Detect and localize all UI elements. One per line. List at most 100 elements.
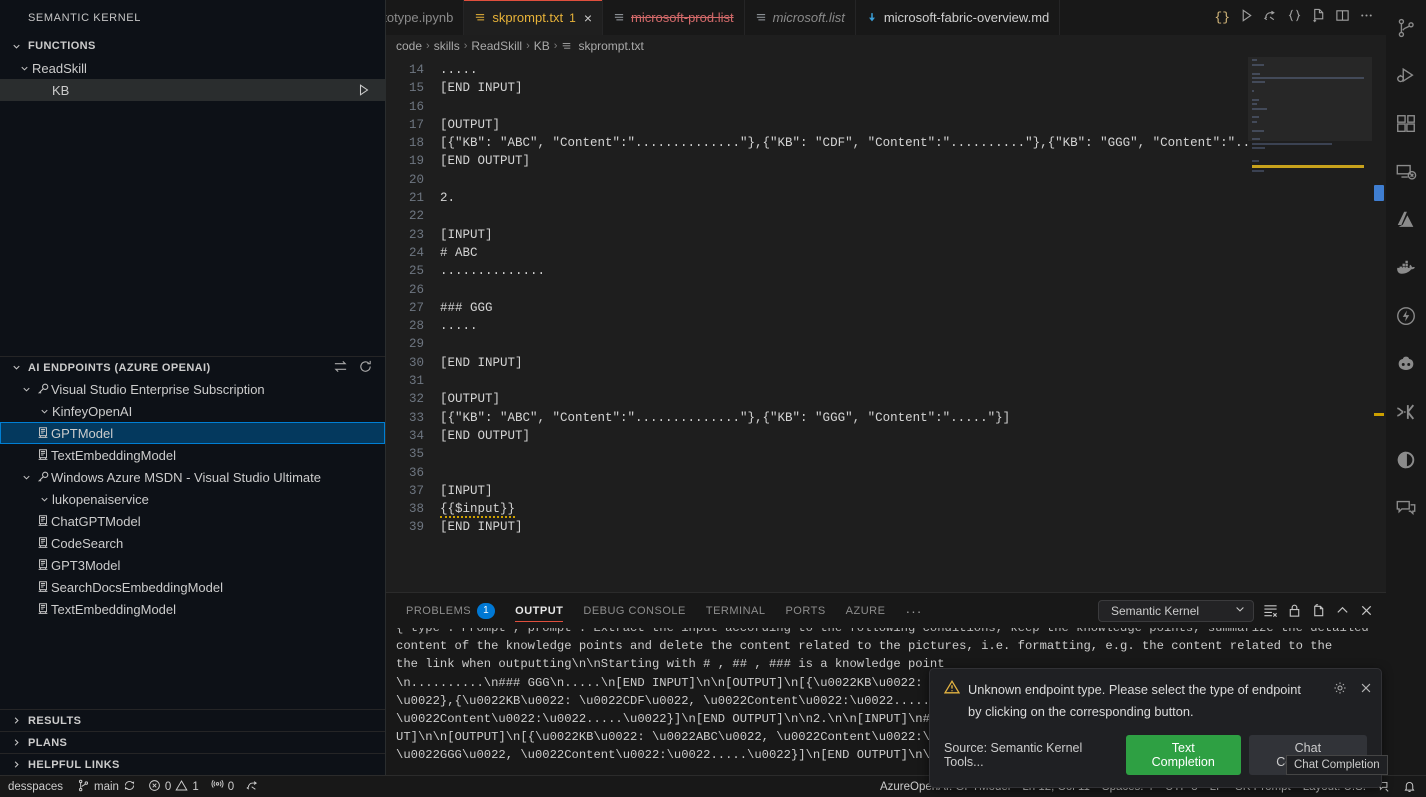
- tree-item-codesearch[interactable]: CodeSearch: [0, 532, 385, 554]
- section-header-plans[interactable]: PLANS: [0, 731, 385, 753]
- code-line[interactable]: [END OUTPUT]: [440, 427, 1386, 445]
- new-file-icon[interactable]: [1311, 8, 1326, 28]
- refresh-icon[interactable]: [358, 359, 373, 377]
- panel-tab-terminal[interactable]: TERMINAL: [696, 593, 776, 628]
- status-remote-indicator[interactable]: desspaces: [0, 775, 71, 797]
- split-editor-icon[interactable]: [1335, 8, 1350, 28]
- close-panel-icon[interactable]: [1359, 603, 1374, 618]
- tree-item-textembeddingmodel-2[interactable]: TextEmbeddingModel: [0, 598, 385, 620]
- tab-microsoft-prod-list[interactable]: microsoft-prod.list: [603, 0, 745, 35]
- code-line[interactable]: [440, 171, 1386, 189]
- pie-chart-icon[interactable]: [1386, 440, 1426, 480]
- section-header-functions[interactable]: FUNCTIONS: [0, 35, 385, 57]
- source-control-icon[interactable]: [1386, 8, 1426, 48]
- code-content[interactable]: ..... [END INPUT] [OUTPUT] [{"KB": "ABC", "…: [438, 57, 1386, 592]
- tree-item-chatgptmodel[interactable]: ChatGPTModel: [0, 510, 385, 532]
- status-problems[interactable]: 0 1: [142, 776, 205, 797]
- azure-functions-icon[interactable]: [1386, 296, 1426, 336]
- semantic-kernel-icon[interactable]: [1386, 392, 1426, 432]
- code-line[interactable]: # ABC: [440, 244, 1386, 262]
- close-icon[interactable]: [1359, 681, 1373, 700]
- run-icon[interactable]: [357, 79, 371, 101]
- chevron-up-icon[interactable]: [1335, 603, 1350, 618]
- tree-item-lukopenaiservice[interactable]: lukopenaiservice: [0, 488, 385, 510]
- switch-icon[interactable]: [333, 359, 348, 377]
- panel-tab-ports[interactable]: PORTS: [775, 593, 835, 628]
- tree-item-readskill[interactable]: ReadSkill: [0, 57, 385, 79]
- code-line[interactable]: [440, 372, 1386, 390]
- open-in-editor-icon[interactable]: [1311, 603, 1326, 618]
- code-line[interactable]: [440, 281, 1386, 299]
- breadcrumb-item-readskill[interactable]: ReadSkill: [471, 39, 522, 53]
- panel-tab-debug-console[interactable]: DEBUG CONSOLE: [573, 593, 695, 628]
- tree-item-kb[interactable]: KB: [0, 79, 385, 101]
- code-line[interactable]: [440, 445, 1386, 463]
- lock-icon[interactable]: [1287, 603, 1302, 618]
- scrollbar-thumb[interactable]: [1374, 185, 1384, 201]
- code-line[interactable]: [440, 98, 1386, 116]
- tree-item-textembeddingmodel-1[interactable]: TextEmbeddingModel: [0, 444, 385, 466]
- run-icon[interactable]: [1239, 8, 1254, 28]
- json-braces-icon[interactable]: {}: [1214, 10, 1230, 25]
- code-line[interactable]: 2.: [440, 189, 1386, 207]
- clear-output-icon[interactable]: [1263, 603, 1278, 618]
- tab-microsoft-fabric-overview-md[interactable]: microsoft-fabric-overview.md: [855, 0, 1061, 35]
- code-line[interactable]: [INPUT]: [440, 482, 1386, 500]
- extensions-icon[interactable]: [1386, 104, 1426, 144]
- breadcrumb-item-kb[interactable]: KB: [534, 39, 550, 53]
- section-header-results[interactable]: RESULTS: [0, 709, 385, 731]
- tab-microsoft-list[interactable]: microsoft.list: [744, 0, 856, 35]
- text-completion-button[interactable]: Text Completion: [1125, 735, 1241, 775]
- tree-item-visual-studio-enterprise-subscription[interactable]: Visual Studio Enterprise Subscription: [0, 378, 385, 400]
- section-header-ai-endpoints[interactable]: AI ENDPOINTS (AZURE OPENAI): [0, 356, 385, 378]
- code-line[interactable]: [OUTPUT]: [440, 390, 1386, 408]
- chat-icon[interactable]: [1386, 488, 1426, 528]
- remote-explorer-icon[interactable]: [1386, 152, 1426, 192]
- status-radio-tower[interactable]: 0: [205, 776, 240, 797]
- code-line[interactable]: [END INPUT]: [440, 518, 1386, 536]
- tree-item-windows-azure-msdn[interactable]: Windows Azure MSDN - Visual Studio Ultim…: [0, 466, 385, 488]
- brackets-icon[interactable]: [1287, 8, 1302, 28]
- more-actions-icon[interactable]: [1359, 8, 1374, 28]
- github-copilot-icon[interactable]: [1386, 344, 1426, 384]
- code-line[interactable]: ### GGG: [440, 299, 1386, 317]
- code-line[interactable]: .....: [440, 61, 1386, 79]
- code-line[interactable]: [END INPUT]: [440, 79, 1386, 97]
- breadcrumb-item-skprompt-txt[interactable]: skprompt.txt: [578, 39, 643, 53]
- panel-tab-azure[interactable]: AZURE: [836, 593, 896, 628]
- gear-icon[interactable]: [1333, 681, 1347, 700]
- bell-icon[interactable]: [1397, 776, 1426, 797]
- code-editor[interactable]: 14 15 16 17 18 19 20 21 22 23 24 25 26 27 28 29 30 31 32 33…: [386, 57, 1386, 592]
- azure-icon[interactable]: [1386, 200, 1426, 240]
- close-icon[interactable]: ×: [584, 11, 592, 25]
- breadcrumb-item-code[interactable]: code: [396, 39, 422, 53]
- editor-scrollbar[interactable]: [1372, 57, 1386, 592]
- run-with-icon[interactable]: [1263, 8, 1278, 28]
- code-line[interactable]: [{"KB": "ABC", "Content":"..............…: [440, 134, 1386, 152]
- code-line[interactable]: ..............: [440, 262, 1386, 280]
- breadcrumb-item-skills[interactable]: skills: [434, 39, 460, 53]
- code-line[interactable]: [END INPUT]: [440, 354, 1386, 372]
- tree-item-searchdocsembeddingmodel[interactable]: SearchDocsEmbeddingModel: [0, 576, 385, 598]
- tree-item-gpt3model[interactable]: GPT3Model: [0, 554, 385, 576]
- code-line[interactable]: [END OUTPUT]: [440, 152, 1386, 170]
- panel-tab-problems[interactable]: PROBLEMS 1: [396, 593, 505, 628]
- run-and-debug-icon[interactable]: [1386, 56, 1426, 96]
- tree-item-gptmodel[interactable]: GPTModel: [0, 422, 385, 444]
- code-line[interactable]: [OUTPUT]: [440, 116, 1386, 134]
- code-line[interactable]: .....: [440, 317, 1386, 335]
- code-line[interactable]: [{"KB": "ABC", "Content":"..............…: [440, 409, 1386, 427]
- tab-skprompt-txt[interactable]: skprompt.txt 1 ×: [464, 0, 604, 35]
- panel-tab-output[interactable]: OUTPUT: [505, 593, 573, 628]
- section-header-helpful-links[interactable]: HELPFUL LINKS: [0, 753, 385, 775]
- docker-icon[interactable]: [1386, 248, 1426, 288]
- code-line[interactable]: [440, 207, 1386, 225]
- tab-prototype-ipynb[interactable]: ototype.ipynb: [386, 0, 465, 35]
- status-branch[interactable]: main: [71, 776, 142, 797]
- code-line[interactable]: [440, 464, 1386, 482]
- status-ports[interactable]: [240, 776, 265, 797]
- panel-more-tabs-icon[interactable]: ···: [895, 603, 932, 619]
- code-line[interactable]: {{$input}}: [440, 500, 1386, 519]
- code-line[interactable]: [INPUT]: [440, 226, 1386, 244]
- tree-item-kinfeyopenai[interactable]: KinfeyOpenAI: [0, 400, 385, 422]
